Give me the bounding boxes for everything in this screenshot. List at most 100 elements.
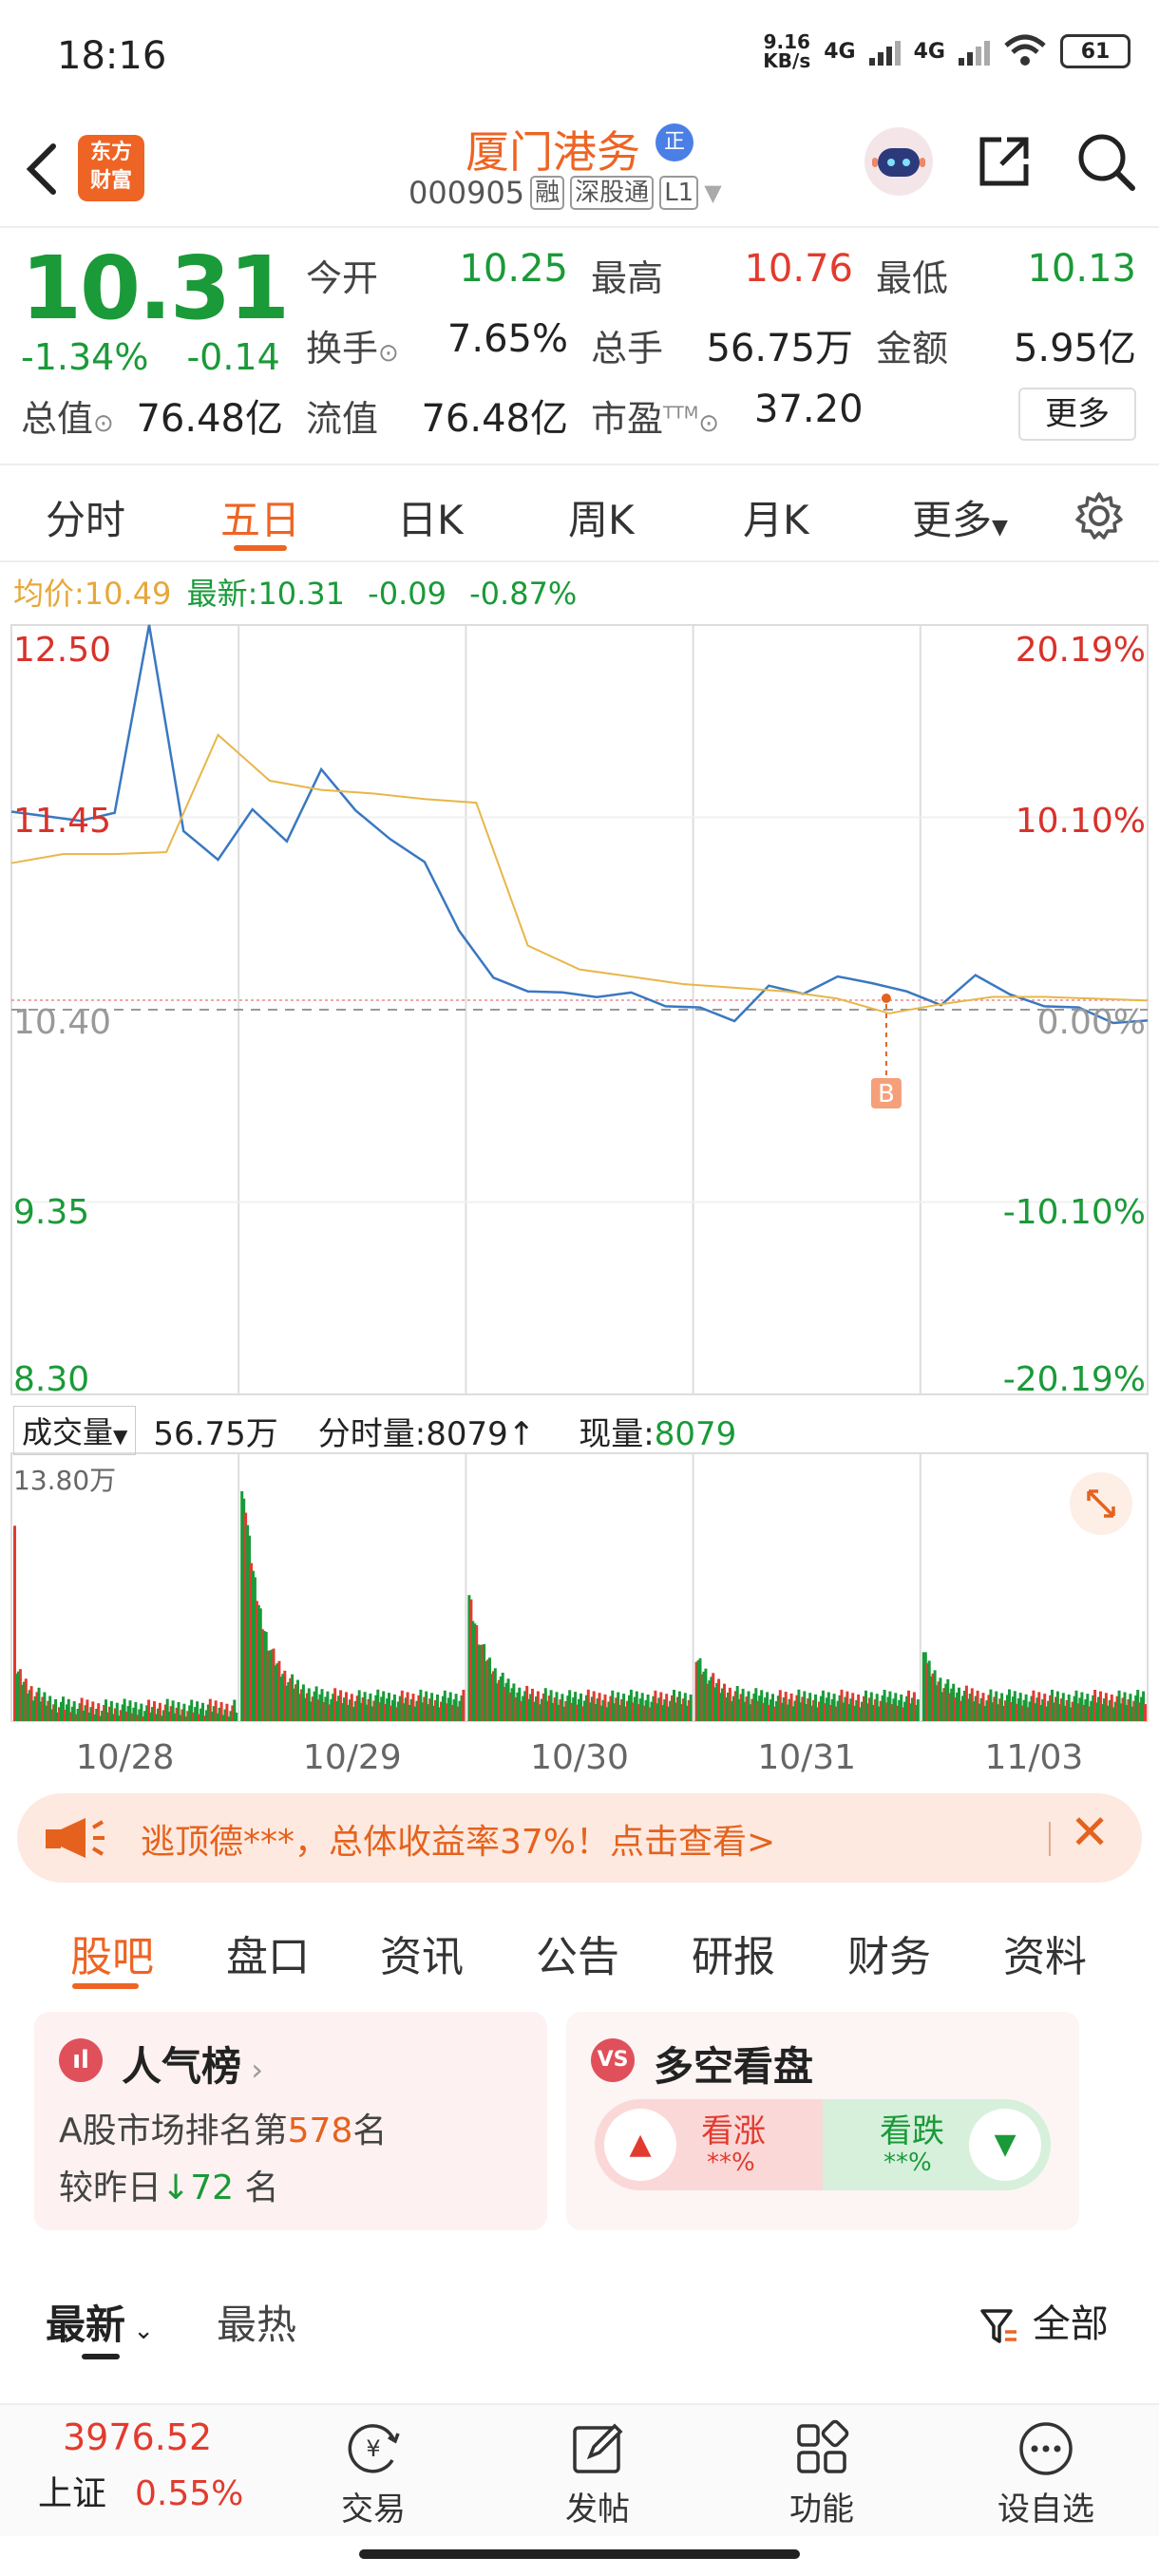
mktcap-value: 76.48亿: [136, 397, 283, 441]
pe-value: 37.20: [754, 388, 864, 431]
share-icon[interactable]: [975, 132, 1034, 191]
pe-label: 市盈TTM⊙: [591, 398, 720, 440]
float-label: 流值: [306, 398, 379, 440]
avg-price: 10.49: [84, 576, 172, 612]
y-tick-left: 8.30: [13, 1360, 89, 1399]
tab-profile[interactable]: 资料: [1003, 1923, 1087, 1983]
tab-forum[interactable]: 股吧: [70, 1923, 154, 1983]
promo-banner[interactable]: 逃顶德***，总体收益率37%！点击查看> ✕: [17, 1793, 1142, 1883]
tag-margin: 融: [530, 176, 565, 210]
expand-icon[interactable]: [1070, 1472, 1132, 1535]
tab-orderbook[interactable]: 盘口: [226, 1923, 310, 1983]
signal-icon: [868, 37, 901, 66]
low-value: 10.13: [1027, 247, 1136, 291]
home-indicator[interactable]: [359, 2549, 800, 2559]
tab-intraday[interactable]: 分时: [46, 488, 125, 546]
x-tick-date: 11/03: [985, 1738, 1084, 1777]
x-tick-date: 10/30: [530, 1738, 629, 1777]
network-type-1: 4G: [824, 39, 856, 64]
net-speed: 9.16 KB/s: [763, 30, 811, 72]
close-icon[interactable]: ✕: [1070, 1805, 1110, 1860]
stock-code-line[interactable]: 000905 融 深股通 L1 ▼: [408, 175, 722, 211]
high-value: 10.76: [744, 247, 853, 291]
tab-daily-k[interactable]: 日K: [397, 488, 464, 546]
popularity-title: 人气榜 ›: [122, 2043, 263, 2090]
dropdown-icon[interactable]: ▼: [704, 180, 721, 206]
battery-icon: 61: [1060, 34, 1130, 68]
filter-button[interactable]: 全部: [978, 2293, 1109, 2348]
tab-underline: [234, 545, 287, 551]
vote-up-label: 看涨: [701, 2112, 766, 2150]
y-tick-right: 10.10%: [1016, 802, 1146, 841]
y-tick-right: 0.00%: [1037, 1003, 1146, 1042]
app-logo[interactable]: 东方 财富: [78, 135, 144, 201]
tag-level: L1: [659, 176, 699, 210]
compose-icon: [573, 2423, 623, 2473]
y-tick-right: -20.19%: [1003, 1360, 1146, 1399]
current-price: 10.31: [21, 237, 290, 339]
tab-announcements[interactable]: 公告: [536, 1923, 619, 1983]
nav-post[interactable]: 发帖: [526, 2418, 669, 2529]
volume-bar: [462, 1690, 466, 1721]
sort-latest[interactable]: 最新 ⌄: [46, 2293, 154, 2351]
y-tick-right: 20.19%: [1016, 631, 1146, 670]
avg-price-line: [10, 733, 1149, 1014]
search-icon[interactable]: [1075, 131, 1136, 192]
assistant-avatar[interactable]: [864, 127, 933, 196]
nav-functions[interactable]: 功能: [750, 2418, 893, 2529]
nav-add-watchlist[interactable]: 设自选: [975, 2418, 1117, 2529]
volume-max-label: 13.80万: [13, 1465, 116, 1496]
stock-code: 000905: [408, 175, 525, 211]
signal-icon-2: [959, 37, 990, 66]
latest-pct: -0.87%: [469, 576, 578, 612]
tab-five-day[interactable]: 五日: [220, 488, 300, 546]
volume-value: 56.75万: [706, 327, 853, 370]
gear-icon[interactable]: [1074, 490, 1125, 541]
tab-weekly-k[interactable]: 周K: [568, 488, 635, 546]
tab-monthly-k[interactable]: 月K: [743, 488, 809, 546]
filter-icon: [980, 2309, 1016, 2343]
five-day-chart[interactable]: B 12.50 11.45 10.40 9.35 8.30 20.19% 10.10% 0.0…: [0, 617, 1159, 1786]
chart-bars-icon: ıl: [59, 2038, 103, 2082]
volume-bar: [1144, 1704, 1147, 1721]
open-value: 10.25: [459, 247, 568, 291]
vote-down-button[interactable]: 看跌 **% ▼: [823, 2099, 1051, 2190]
volume-frame: [10, 1452, 1149, 1722]
network-type-2: 4G: [913, 39, 945, 64]
volume-selector[interactable]: 成交量▼: [13, 1406, 137, 1455]
bottom-bar: 3976.52 上证 0.55% ¥ 交易 发帖 功能 设自选: [0, 2403, 1159, 2536]
back-icon[interactable]: [23, 141, 61, 207]
sort-hot[interactable]: 最热: [217, 2293, 296, 2351]
more-button[interactable]: 更多: [1018, 388, 1136, 441]
grid-icon: [797, 2419, 849, 2473]
vote-up-button[interactable]: ▲ 看涨 **%: [595, 2099, 823, 2190]
popularity-card[interactable]: ıl 人气榜 › A股市场排名第578名 较昨日↓72 名: [34, 2012, 547, 2230]
latest-change: -0.09: [368, 576, 446, 612]
y-tick-left: 12.50: [13, 631, 111, 670]
index-value: 3976.52: [63, 2416, 213, 2458]
y-tick-right: -10.10%: [1003, 1193, 1146, 1232]
mktcap-label: 总值⊙: [21, 398, 114, 440]
volume-label: 总手: [591, 328, 664, 369]
tab-financials[interactable]: 财务: [847, 1923, 931, 1983]
latest-price: 10.31: [257, 576, 345, 612]
tab-research[interactable]: 研报: [692, 1923, 775, 1983]
high-label: 最高: [591, 257, 664, 299]
subtab-underline: [72, 1983, 139, 1989]
stock-header: 东方 财富 厦门港务 正 000905 融 深股通 L1 ▼: [0, 104, 1159, 228]
tab-more[interactable]: 更多▼: [912, 488, 1008, 546]
nav-trade[interactable]: ¥ 交易: [302, 2418, 445, 2529]
index-widget[interactable]: 3976.52 上证 0.55%: [38, 2416, 256, 2515]
sort-row: 最新 ⌄ 最热 全部: [0, 2270, 1159, 2365]
tab-news[interactable]: 资讯: [380, 1923, 464, 1983]
index-pct: 0.55%: [135, 2474, 244, 2513]
x-tick-date: 10/28: [76, 1738, 175, 1777]
y-tick-left: 10.40: [13, 1003, 111, 1042]
turnover-value: 7.65%: [446, 317, 568, 361]
svg-text:¥: ¥: [366, 2435, 380, 2462]
status-badge: 正: [656, 123, 694, 161]
clock: 18:16: [57, 34, 167, 78]
change-pct: -1.34%: [21, 336, 149, 378]
current-volume: 现量:8079: [579, 1414, 737, 1453]
megaphone-icon: [46, 1818, 104, 1858]
